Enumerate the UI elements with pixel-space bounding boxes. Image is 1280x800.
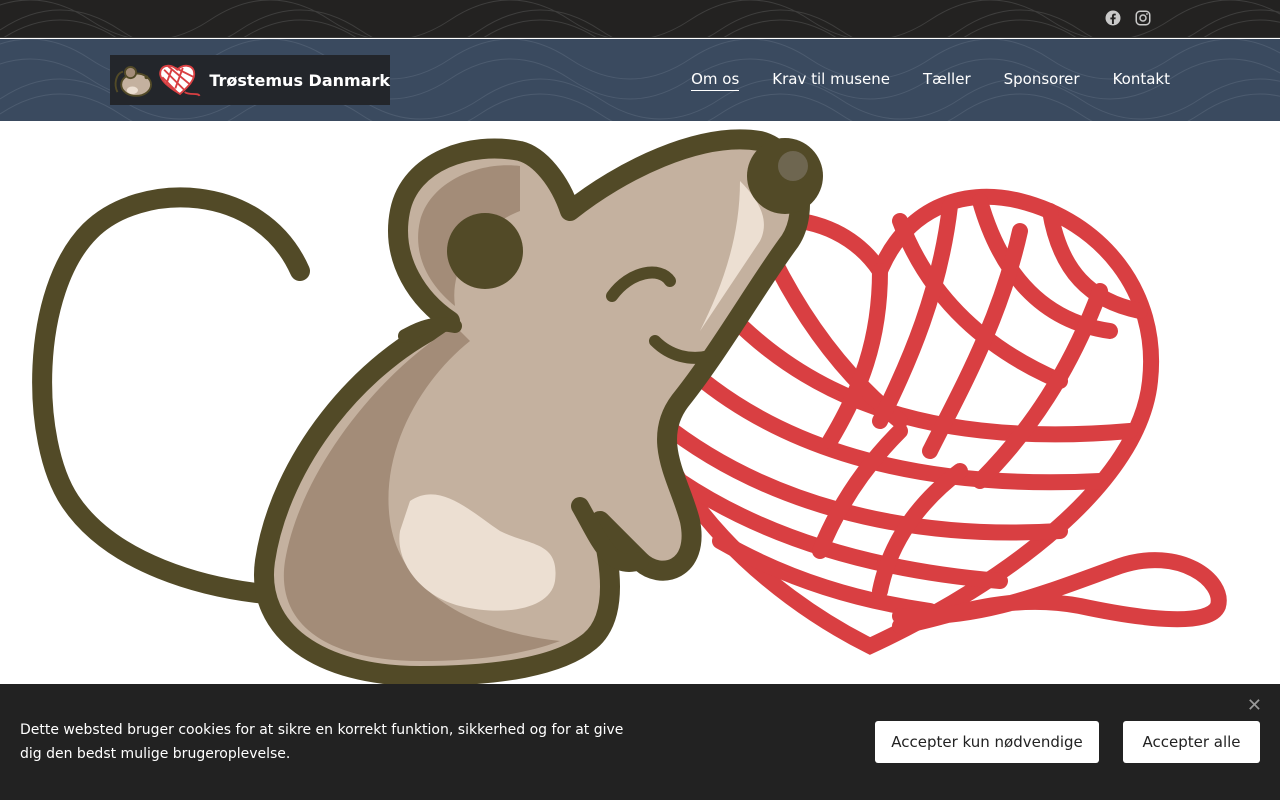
- brand-name: Trøstemus Danmark: [209, 70, 390, 90]
- top-bar: [0, 0, 1280, 38]
- brand-logo-link[interactable]: Trøstemus Danmark: [110, 55, 390, 105]
- main-nav: Om os Krav til musene Tæller Sponsorer K…: [691, 70, 1170, 91]
- top-bar-pattern: [0, 0, 1280, 37]
- cookie-banner: ✕ Dette websted bruger cookies for at si…: [0, 684, 1280, 800]
- cookie-text: Dette websted bruger cookies for at sikr…: [20, 722, 624, 762]
- site-header: Trøstemus Danmark Om os Krav til musene …: [0, 39, 1280, 121]
- social-links: [1104, 9, 1152, 27]
- hero-banner: [0, 121, 1280, 684]
- mouse-with-yarn-heart-illustration: [32, 129, 1227, 684]
- mouse-eye: [447, 213, 523, 289]
- nav-item-krav-til-musene[interactable]: Krav til musene: [772, 70, 890, 91]
- accept-necessary-button[interactable]: Accepter kun nødvendige: [875, 721, 1099, 763]
- nav-item-kontakt[interactable]: Kontakt: [1113, 70, 1170, 91]
- facebook-icon[interactable]: [1104, 9, 1122, 27]
- close-icon[interactable]: ✕: [1247, 696, 1262, 716]
- nav-item-taeller[interactable]: Tæller: [923, 70, 971, 91]
- nav-item-sponsorer[interactable]: Sponsorer: [1004, 70, 1080, 91]
- accept-all-button[interactable]: Accepter alle: [1123, 721, 1260, 763]
- nav-item-om-os[interactable]: Om os: [691, 70, 740, 91]
- instagram-icon[interactable]: [1134, 9, 1152, 27]
- mouse-yarn-logo-icon: [114, 64, 201, 97]
